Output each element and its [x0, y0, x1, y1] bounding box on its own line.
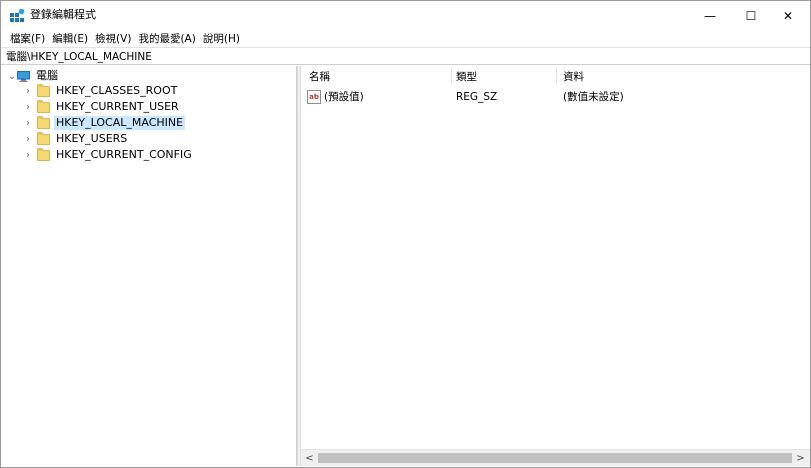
menu-favorites[interactable]: 我的最愛(A) — [135, 32, 199, 46]
tree-item-label: HKEY_LOCAL_MACHINE — [54, 116, 186, 130]
values-list-pane: 名稱 類型 資料 ab (預設值) REG_SZ (數值未設定) — [301, 66, 810, 466]
column-divider[interactable] — [451, 68, 452, 84]
chevron-right-icon[interactable]: › — [23, 86, 33, 97]
tree-pane: ⌄ 電腦 › HKEY_CLASSES_ROOT › HKEY_CURRENT_… — [1, 66, 297, 466]
value-name: (預設值) — [324, 91, 364, 103]
registry-editor-window: 登錄編輯程式 — ☐ ✕ 檔案(F) 編輯(E) 檢視(V) 我的最愛(A) 說… — [0, 0, 811, 468]
menu-view[interactable]: 檢視(V) — [92, 32, 135, 46]
window-title: 登錄編輯程式 — [30, 8, 96, 21]
tree-item-label: HKEY_CURRENT_CONFIG — [56, 148, 192, 161]
tree-item-label: HKEY_USERS — [56, 132, 128, 145]
folder-icon — [37, 115, 50, 129]
horizontal-scrollbar[interactable]: < > — [301, 449, 810, 466]
menu-help[interactable]: 說明(H) — [200, 32, 244, 46]
column-header-name[interactable]: 名稱 — [309, 70, 330, 84]
tree-item-hkey-local-machine[interactable]: › HKEY_LOCAL_MACHINE — [23, 115, 186, 131]
menu-edit[interactable]: 編輯(E) — [49, 32, 92, 46]
tree-item-hkey-current-user[interactable]: › HKEY_CURRENT_USER — [23, 99, 181, 115]
string-value-icon: ab — [307, 90, 321, 104]
scrollbar-thumb[interactable] — [318, 453, 792, 463]
menu-file[interactable]: 檔案(F) — [7, 32, 49, 46]
tree-item-label: HKEY_CLASSES_ROOT — [56, 84, 178, 97]
minimize-icon: — — [704, 8, 716, 23]
column-divider[interactable] — [556, 68, 557, 84]
column-header-data[interactable]: 資料 — [563, 70, 584, 84]
maximize-icon: ☐ — [745, 8, 757, 23]
address-bar[interactable]: 電腦\HKEY_LOCAL_MACHINE — [1, 47, 810, 65]
chevron-right-icon[interactable]: › — [23, 150, 33, 161]
tree-item-label: HKEY_CURRENT_USER — [56, 100, 179, 113]
column-header-type[interactable]: 類型 — [456, 70, 477, 84]
close-button[interactable]: ✕ — [765, 1, 811, 30]
folder-icon — [37, 99, 50, 113]
value-type: REG_SZ — [456, 91, 498, 103]
registry-editor-icon — [10, 9, 24, 22]
value-data: (數值未設定) — [563, 91, 624, 103]
title-bar[interactable]: 登錄編輯程式 — ☐ ✕ — [1, 1, 810, 30]
chevron-right-icon[interactable]: › — [23, 134, 33, 145]
minimize-button[interactable]: — — [687, 1, 733, 30]
scroll-right-icon[interactable]: > — [792, 450, 809, 466]
chevron-down-icon[interactable]: ⌄ — [7, 71, 17, 82]
chevron-right-icon[interactable]: › — [23, 118, 33, 129]
computer-icon — [17, 70, 30, 82]
folder-icon — [37, 131, 50, 145]
address-path: 電腦\HKEY_LOCAL_MACHINE — [6, 50, 152, 63]
menu-bar: 檔案(F) 編輯(E) 檢視(V) 我的最愛(A) 說明(H) — [1, 30, 810, 47]
tree-item-hkey-classes-root[interactable]: › HKEY_CLASSES_ROOT — [23, 83, 179, 99]
folder-icon — [37, 83, 50, 97]
close-icon: ✕ — [782, 8, 794, 23]
folder-icon — [37, 147, 50, 161]
tree-item-computer[interactable]: ⌄ 電腦 — [7, 68, 60, 84]
tree-item-hkey-current-config[interactable]: › HKEY_CURRENT_CONFIG — [23, 147, 194, 163]
tree-item-label: 電腦 — [36, 69, 58, 82]
scroll-left-icon[interactable]: < — [301, 450, 318, 466]
tree-item-hkey-users[interactable]: › HKEY_USERS — [23, 131, 129, 147]
chevron-right-icon[interactable]: › — [23, 102, 33, 113]
